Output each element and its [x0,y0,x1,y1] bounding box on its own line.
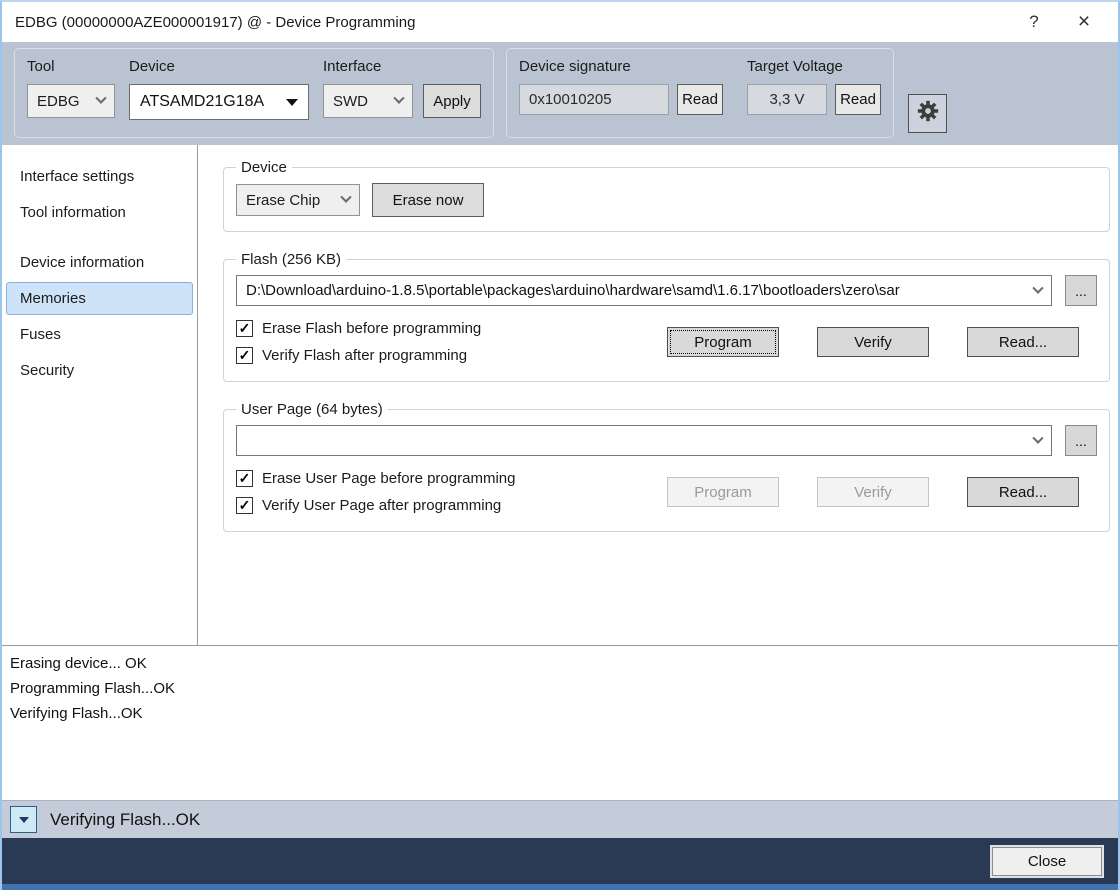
read-signature-button[interactable]: Read [677,84,723,115]
chevron-down-icon [340,192,351,203]
help-button[interactable]: ? [1012,12,1056,32]
flash-section-legend: Flash (256 KB) [236,251,346,268]
device-combobox-value: ATSAMD21G18A [140,93,264,111]
user-page-file-combobox[interactable] [236,425,1052,456]
tool-select-value: EDBG [37,93,80,110]
tool-label: Tool [27,58,115,75]
device-section: Device Erase Chip Erase now [223,159,1110,232]
check-icon: ✓ [239,320,251,337]
log-line: Verifying Flash...OK [10,701,1110,726]
erase-mode-select[interactable]: Erase Chip [236,184,360,216]
chevron-down-icon [1032,282,1043,293]
erase-user-page-checkbox-label: Erase User Page before programming [262,470,515,487]
verify-flash-checkbox[interactable]: ✓ [236,347,253,364]
flash-section: Flash (256 KB) D:\Download\arduino-1.8.5… [223,251,1110,382]
settings-button[interactable] [908,94,947,133]
flash-verify-button[interactable]: Verify [817,327,929,357]
interface-select-value: SWD [333,93,368,110]
user-page-program-button: Program [667,477,779,507]
erase-now-button[interactable]: Erase now [372,183,484,217]
log-output: Erasing device... OK Programming Flash..… [2,645,1118,800]
check-icon: ✓ [239,347,251,364]
read-voltage-button[interactable]: Read [835,84,881,115]
erase-mode-value: Erase Chip [246,192,320,209]
close-window-button[interactable]: × [1056,10,1112,34]
tool-device-interface-group: Tool EDBG Device ATSAMD21G18A Interface … [14,48,494,138]
sidebar-item-device-information[interactable]: Device information [6,246,193,279]
flash-browse-button[interactable]: ... [1065,275,1097,306]
device-signature-label: Device signature [519,58,723,75]
user-page-verify-button: Verify [817,477,929,507]
status-message: Verifying Flash...OK [50,810,200,830]
toolbar: Tool EDBG Device ATSAMD21G18A Interface … [2,42,1118,145]
window-bottom-border [2,884,1118,890]
verify-flash-checkbox-label: Verify Flash after programming [262,347,467,364]
triangle-down-icon [19,817,29,823]
user-page-browse-button[interactable]: ... [1065,425,1097,456]
interface-select[interactable]: SWD [323,84,413,118]
target-voltage-value-box: 3,3 V [747,84,827,115]
device-programming-dialog: EDBG (00000000AZE000001917) @ - Device P… [0,0,1120,890]
window-title: EDBG (00000000AZE000001917) @ - Device P… [15,14,1012,31]
sidebar-item-interface-settings[interactable]: Interface settings [6,160,193,193]
footer-bar: Close [2,838,1118,884]
apply-button[interactable]: Apply [423,84,481,118]
interface-label: Interface [323,58,481,75]
user-page-section: User Page (64 bytes) ... ✓ Erase User Pa… [223,401,1110,532]
flash-file-path: D:\Download\arduino-1.8.5\portable\packa… [246,282,1028,299]
device-signature-field: Device signature 0x10010205 Read [519,58,723,125]
device-field: Device ATSAMD21G18A [129,58,309,125]
sidebar: Interface settings Tool information Devi… [2,145,198,645]
chevron-down-icon [95,93,106,104]
main-area: Interface settings Tool information Devi… [2,145,1118,645]
flash-read-button[interactable]: Read... [967,327,1079,357]
log-line: Erasing device... OK [10,651,1110,676]
flash-program-button[interactable]: Program [667,327,779,357]
tool-select[interactable]: EDBG [27,84,115,118]
flash-file-combobox[interactable]: D:\Download\arduino-1.8.5\portable\packa… [236,275,1052,306]
sidebar-item-tool-information[interactable]: Tool information [6,196,193,229]
tool-field: Tool EDBG [27,58,115,125]
sidebar-item-security[interactable]: Security [6,354,193,387]
signature-voltage-group: Device signature 0x10010205 Read Target … [506,48,894,138]
verify-user-page-checkbox-label: Verify User Page after programming [262,497,501,514]
triangle-down-icon [286,99,298,106]
status-expander-button[interactable] [10,806,37,833]
chevron-down-icon [1032,432,1043,443]
chevron-down-icon [393,93,404,104]
device-combobox[interactable]: ATSAMD21G18A [129,84,309,120]
erase-flash-checkbox[interactable]: ✓ [236,320,253,337]
interface-field: Interface SWD Apply [323,58,481,125]
memories-panel: Device Erase Chip Erase now Flash (256 K… [198,145,1118,645]
status-bar: Verifying Flash...OK [2,800,1118,838]
check-icon: ✓ [239,497,251,514]
target-voltage-field: Target Voltage 3,3 V Read [747,58,881,125]
check-icon: ✓ [239,470,251,487]
device-label: Device [129,58,309,75]
sidebar-item-memories[interactable]: Memories [6,282,193,315]
target-voltage-label: Target Voltage [747,58,881,75]
verify-user-page-checkbox[interactable]: ✓ [236,497,253,514]
device-signature-value-box: 0x10010205 [519,84,669,115]
gear-icon [915,98,941,129]
erase-flash-checkbox-label: Erase Flash before programming [262,320,481,337]
user-page-section-legend: User Page (64 bytes) [236,401,388,418]
erase-user-page-checkbox[interactable]: ✓ [236,470,253,487]
sidebar-item-fuses[interactable]: Fuses [6,318,193,351]
log-line: Programming Flash...OK [10,676,1110,701]
user-page-read-button[interactable]: Read... [967,477,1079,507]
device-section-legend: Device [236,159,292,176]
title-bar: EDBG (00000000AZE000001917) @ - Device P… [2,2,1118,42]
close-button[interactable]: Close [992,847,1102,876]
